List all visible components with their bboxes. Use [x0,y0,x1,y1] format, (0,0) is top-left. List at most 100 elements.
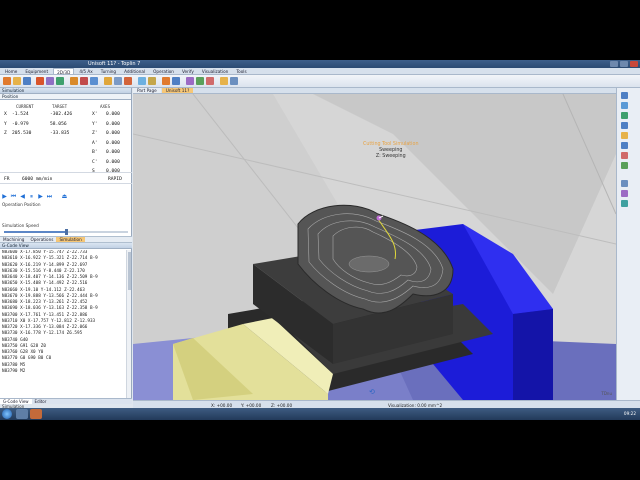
tool-icon[interactable] [36,77,44,85]
machine-scene: ⟲ [133,94,616,400]
tab-2d-3d[interactable]: 2D/3D [53,68,75,75]
tab-verify[interactable]: Verify [179,68,197,74]
target-value: 58.056 [50,121,67,127]
open-folder-icon[interactable] [13,77,21,85]
title-bar: Unisoft 11? - Toplin 7 [0,60,640,68]
tab-home[interactable]: Home [2,68,20,74]
taskbar-app-explorer[interactable] [16,409,28,419]
post-icon[interactable] [162,77,170,85]
axis2-name: B' [92,150,98,155]
iso-view-icon[interactable] [621,132,628,139]
options-icon[interactable] [220,77,228,85]
feed-rate-row: FR 6000 mm/min RAPID [0,172,132,184]
scroll-thumb[interactable] [128,252,131,290]
tab-turning[interactable]: Turning [98,68,119,74]
axis2-name: Y' [92,121,98,127]
taskbar-clock: 09:22 [623,411,636,416]
axis2-name: C' [92,159,98,165]
maximize-button[interactable] [620,61,628,67]
gcode-scrollbar[interactable] [126,250,131,398]
tab-operation[interactable]: Operation [150,68,177,74]
verify-icon[interactable] [148,77,156,85]
view-icon[interactable] [196,77,204,85]
right-toolstrip [616,88,640,400]
pause-icon[interactable]: ⏸ [28,193,35,200]
feed-value: 6000 mm/min [22,177,53,182]
viewport-status-line2: Z: Sweeping [375,154,406,159]
tab-visualization[interactable]: Visualization [199,68,231,74]
step-back-icon[interactable]: ◀ [19,193,26,200]
rewind-icon[interactable]: ⏮ [10,193,17,200]
pocket-icon[interactable] [114,77,122,85]
mill-icon[interactable] [80,77,88,85]
help-icon[interactable] [230,77,238,85]
feed-mode: RAPID [108,177,122,182]
save-icon[interactable] [23,77,31,85]
tab-simulation[interactable]: Simulation [56,237,85,242]
tab-unisoft[interactable]: Unisoft 11? [161,88,194,93]
3d-viewport[interactable]: ⟲ Cutting Tool Simulation Sweeping Z: Sw… [133,94,616,400]
taskbar: 09:22 [0,408,640,420]
screen: Unisoft 11? - Toplin 7 Home Equipment 2D… [0,60,640,420]
fast-forward-icon[interactable]: ⏭ [46,193,53,200]
top-view-icon[interactable] [621,142,628,149]
front-view-icon[interactable] [621,152,628,159]
surface-icon[interactable] [90,77,98,85]
vise-jaw-blue-side [513,309,553,400]
col-axes: AXES [100,104,111,109]
section-icon[interactable] [621,200,628,207]
status-bar: X: +00.00 Y: +00.00 Z: +00.00 Visualizat… [133,400,640,408]
tab-equipment[interactable]: Equipment [22,68,51,74]
position-grid: CURRENT TARGET AXES X -1.524 -302.426 X' 0.0… [0,100,131,174]
axis2-value: 0.000 [106,112,120,117]
layers-icon[interactable] [186,77,194,85]
part-pocket [348,255,390,273]
wireframe-icon[interactable] [621,190,628,197]
simulate-icon[interactable] [138,77,146,85]
chamfer-icon[interactable] [124,77,132,85]
minimize-button[interactable] [610,61,618,67]
start-button[interactable] [2,409,12,419]
shading-icon[interactable] [621,180,628,187]
axis2-value: 0.000 [106,150,120,155]
target-value: -33.835 [50,131,70,136]
axis2-name: X' [92,112,98,117]
fit-view-icon[interactable] [621,122,628,129]
tab-additional[interactable]: Additional [121,68,148,74]
tab-part-page[interactable]: Part Page [133,88,161,93]
step-forward-icon[interactable]: ▶ [37,193,44,200]
eject-icon[interactable]: ⏏ [61,193,68,200]
tab-operations[interactable]: Operations [27,237,56,242]
axis2-value: 0.000 [106,159,120,165]
axis-name: X [4,112,7,117]
axis2-name: A' [92,140,98,146]
rotate-icon[interactable] [621,112,628,119]
viewport-axis-label: TDnu [601,391,612,396]
contour-icon[interactable] [104,77,112,85]
drill-icon[interactable] [70,77,78,85]
toolpath-icon[interactable] [56,77,64,85]
axis2-value: 0.000 [106,140,120,146]
report-icon[interactable] [172,77,180,85]
gcode-list[interactable]: N83600 X-17.850 Y-15.747 Z-22.733 N83610 … [0,250,126,398]
play-icon[interactable]: ▶ [1,193,8,200]
close-button[interactable] [630,61,638,67]
ribbon-tabs: Home Equipment 2D/3D 4/5 Ax Turning Addi… [0,68,640,75]
taskbar-app-cam[interactable] [30,409,42,419]
tab-4-5-ax[interactable]: 4/5 Ax [76,68,95,74]
measure-icon[interactable] [206,77,214,85]
target-value: -302.426 [50,112,73,117]
tab-machining[interactable]: Machining [0,237,27,242]
current-value: 205.530 [12,131,32,136]
tab-tools[interactable]: Tools [233,68,249,74]
tab-editor[interactable]: Editor [32,399,50,404]
new-file-icon[interactable] [3,77,11,85]
operation-icon[interactable] [46,77,54,85]
feed-label: FR [4,177,10,182]
right-view-icon[interactable] [621,162,628,169]
zoom-icon[interactable] [621,92,628,99]
pan-icon[interactable] [621,102,628,109]
gcode-view-header: G-Code View [0,243,132,249]
window-controls [610,61,638,67]
speed-slider-handle[interactable] [64,229,68,235]
